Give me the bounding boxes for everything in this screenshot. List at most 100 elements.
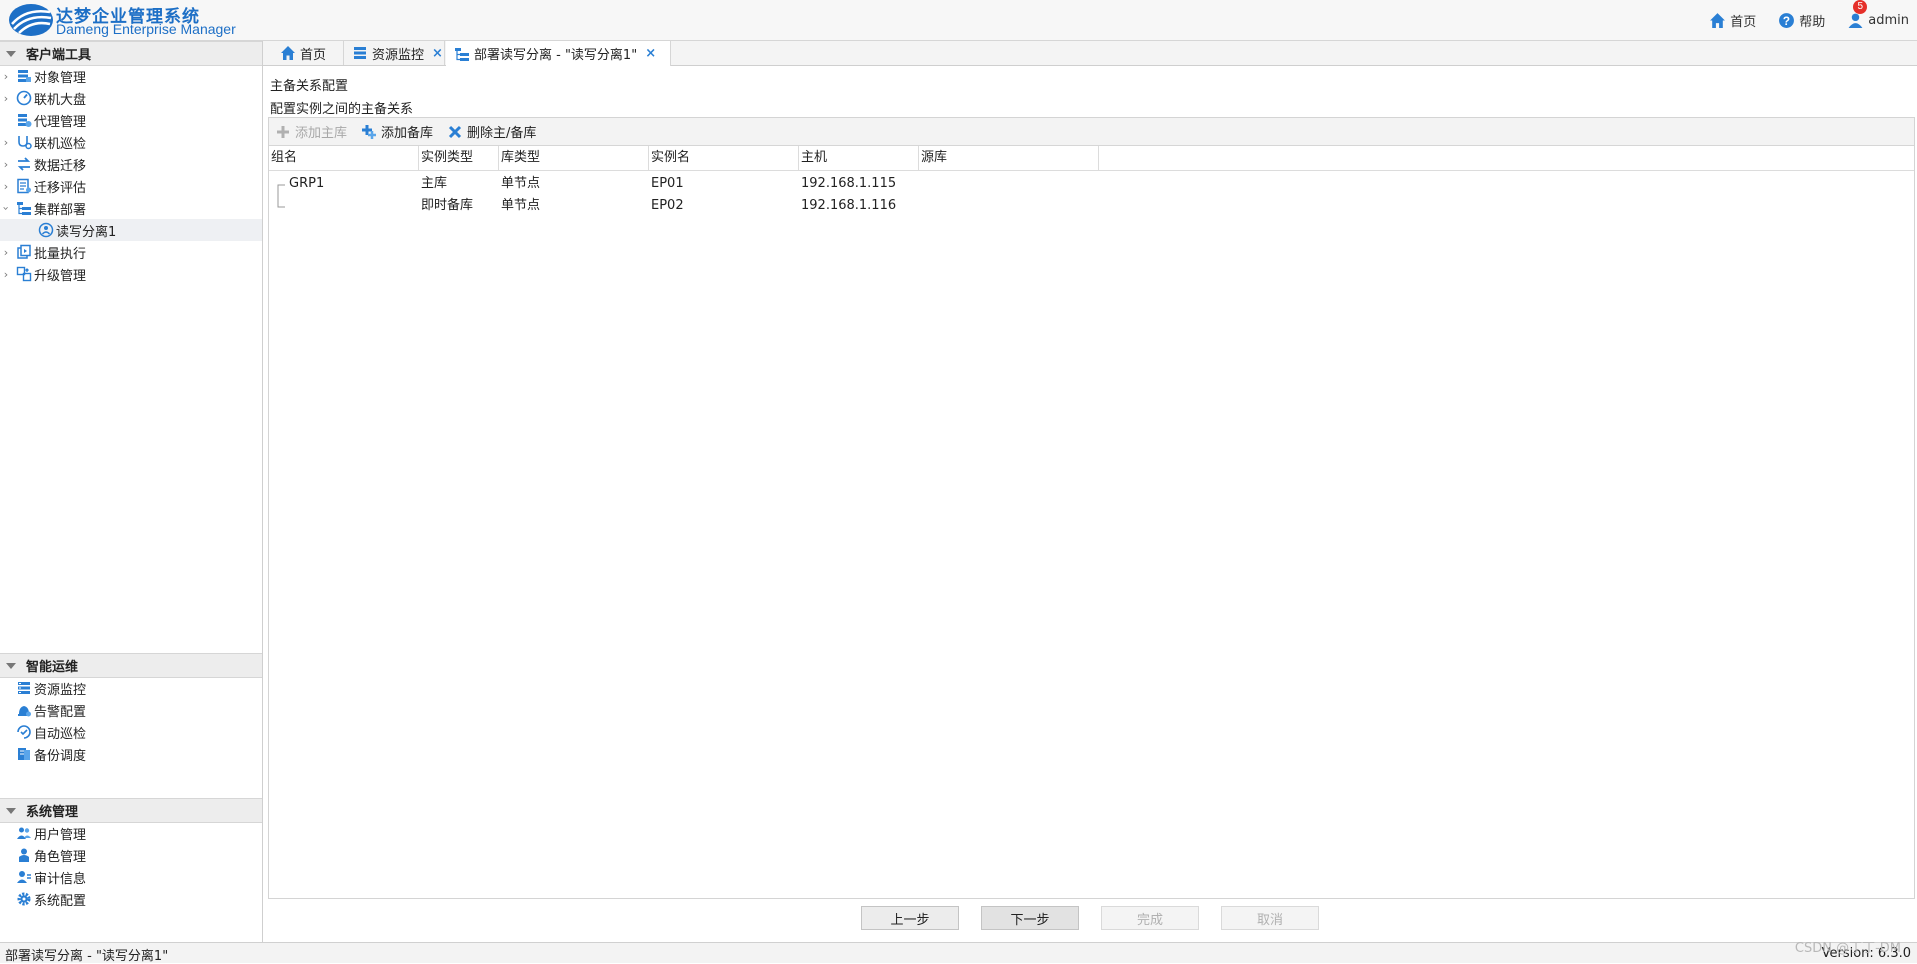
tree-item-batch-exec[interactable]: › 批量执行 [0,241,262,263]
tree-item-upgrade-manage[interactable]: › 升级管理 [0,263,262,285]
tab-home[interactable]: 首页 [263,41,344,65]
dameng-logo-icon [9,4,53,36]
resource-monitor-icon [18,682,30,694]
agent-icon [18,114,32,127]
add-primary-button[interactable]: 添加主库 [275,122,347,141]
expand-arrow-icon[interactable]: › [0,70,12,83]
app-header: 达梦企业管理系统 Dameng Enterprise Manager 首页 ? … [0,0,1917,41]
home-icon [1710,12,1726,28]
nav-role-manage[interactable]: 角色管理 [0,844,262,866]
column-header[interactable]: 实例类型 [419,146,499,170]
nav-backup-schedule[interactable]: 备份调度 [0,743,262,765]
batch-icon [17,244,31,259]
audit-icon [17,871,31,883]
grid-body: GRP1 主库 单节点 EP01 192.168.1.115 即时备库 单节点 … [269,173,1914,217]
expanded-arrow-icon[interactable]: › [0,202,13,214]
status-bar: 部署读写分离 - "读写分离1" Version: 6.3.0 [0,942,1917,964]
object-icon [18,70,31,82]
page-title: 主备关系配置 [270,79,349,94]
tree-item-rw-split-1[interactable]: 读写分离1 [0,219,262,241]
header-home-link[interactable]: 首页 [1709,11,1756,30]
expand-arrow-icon[interactable]: › [0,158,12,171]
add-standby-icon [362,124,377,139]
add-standby-button[interactable]: 添加备库 [361,122,433,141]
section-client-tools[interactable]: 客户端工具 [0,41,262,66]
brand-subtitle: Dameng Enterprise Manager [56,21,236,37]
svg-text:?: ? [1783,14,1790,27]
column-header[interactable]: 实例名 [649,146,799,170]
migrate-icon [17,157,31,171]
finish-button[interactable]: 完成 [1101,906,1199,930]
cluster-icon [17,202,31,215]
alarm-config-icon [18,706,31,717]
collapse-icon [6,807,16,814]
expand-arrow-icon[interactable]: › [0,268,12,281]
auto-inspect-icon [17,725,31,739]
column-header[interactable]: 组名 [269,146,419,170]
notification-badge[interactable]: 5 [1853,0,1868,14]
header-help-link[interactable]: ? 帮助 [1778,11,1825,30]
tab-deploy-rw-split[interactable]: 部署读写分离 - "读写分离1" × [446,41,671,66]
column-header[interactable]: 源库 [919,146,1099,170]
delete-icon [448,125,462,138]
dashboard-icon [16,90,32,106]
column-header[interactable]: 主机 [799,146,919,170]
nav-system-config[interactable]: 系统配置 [0,888,262,910]
help-icon: ? [1779,12,1795,28]
table-row[interactable]: GRP1 主库 单节点 EP01 192.168.1.115 [269,173,1914,195]
tree-item-migrate-assess[interactable]: › 迁移评估 [0,175,262,197]
nav-user-manage[interactable]: 用户管理 [0,822,262,844]
grid-header: 组名 实例类型 库类型 实例名 主机 源库 [269,146,1914,171]
user-name: admin [1868,12,1909,28]
upgrade-icon [16,266,32,282]
expand-arrow-icon[interactable]: › [0,92,12,105]
delete-button[interactable]: 删除主/备库 [447,122,536,141]
backup-schedule-icon [18,748,30,760]
collapse-icon [6,662,16,669]
tree-item-cluster-deploy[interactable]: › 集群部署 [0,197,262,219]
cluster-icon [455,47,469,61]
close-icon[interactable]: × [645,46,656,61]
next-step-button[interactable]: 下一步 [981,906,1079,930]
cancel-button[interactable]: 取消 [1221,906,1319,930]
sidebar: 客户端工具 › 对象管理 › 联机大盘 代理管理 › 联机巡检 › 数据迁移 ›… [0,41,263,942]
nav-resource-monitor[interactable]: 资源监控 [0,677,262,699]
close-icon[interactable]: × [432,46,443,61]
tree-item-online-dashboard[interactable]: › 联机大盘 [0,87,262,109]
system-manage-list: 用户管理 角色管理 审计信息 系统配置 [0,822,262,910]
resource-monitor-icon [354,47,366,59]
client-tools-tree: › 对象管理 › 联机大盘 代理管理 › 联机巡检 › 数据迁移 › 迁移评估 [0,65,262,285]
header-user-menu[interactable]: 5 admin [1847,0,1909,29]
smart-ops-list: 资源监控 告警配置 自动巡检 备份调度 [0,677,262,765]
column-header[interactable]: 库类型 [499,146,649,170]
home-label: 首页 [1730,14,1757,30]
tree-item-data-migrate[interactable]: › 数据迁移 [0,153,262,175]
status-text: 部署读写分离 - "读写分离1" [5,949,169,964]
watermark: CSDN @丁丁-DM [1794,941,1901,956]
inspect-icon [18,136,32,150]
section-smart-ops[interactable]: 智能运维 [0,653,262,678]
table-row[interactable]: 即时备库 单节点 EP02 192.168.1.116 [269,195,1914,217]
tab-bar: 首页 资源监控 × 部署读写分离 - "读写分离1" × [263,41,1917,66]
tree-item-online-inspect[interactable]: › 联机巡检 [0,131,262,153]
prev-step-button[interactable]: 上一步 [861,906,959,930]
tree-item-agent-manage[interactable]: 代理管理 [0,109,262,131]
nav-audit-info[interactable]: 审计信息 [0,866,262,888]
tab-resource-monitor[interactable]: 资源监控 × [344,41,445,65]
section-system-manage[interactable]: 系统管理 [0,798,262,823]
grid-toolbar: 添加主库 添加备库 删除主/备库 [269,118,1914,146]
users-icon [17,827,31,839]
expand-arrow-icon[interactable]: › [0,246,12,259]
tree-connector-icon [277,184,285,208]
primary-standby-grid: 添加主库 添加备库 删除主/备库 组名 实例类型 库类型 实例名 主机 源库 G… [268,117,1915,899]
expand-arrow-icon[interactable]: › [0,180,12,193]
plus-icon [277,125,289,138]
tree-item-object-manage[interactable]: › 对象管理 [0,65,262,87]
user-icon [1848,13,1863,28]
expand-arrow-icon[interactable]: › [0,136,12,149]
collapse-icon [6,50,16,57]
role-icon [19,848,29,862]
nav-alarm-config[interactable]: 告警配置 [0,699,262,721]
page-subtitle: 配置实例之间的主备关系 [270,102,414,117]
nav-auto-inspect[interactable]: 自动巡检 [0,721,262,743]
